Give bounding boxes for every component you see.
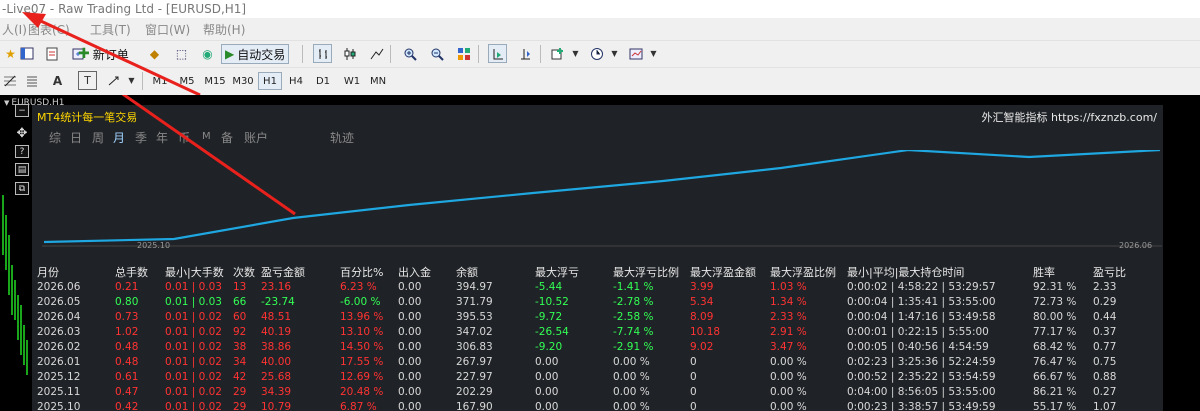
- auto-scroll-icon[interactable]: [488, 44, 507, 63]
- auto-trading-label: 自动交易: [237, 47, 286, 62]
- text-icon[interactable]: A: [48, 71, 67, 90]
- timeframe-m1[interactable]: M1: [150, 72, 170, 90]
- menu-bar: 人(I) 图表(C) 工具(T) 窗口(W) 帮助(H): [0, 18, 1200, 40]
- menu-item-help[interactable]: 帮助(H): [203, 21, 245, 38]
- menu-item-charts[interactable]: 图表(C): [28, 21, 70, 38]
- chart-folder-icon[interactable]: ⬚: [172, 44, 191, 63]
- chart-shift-icon[interactable]: [515, 44, 534, 63]
- chevron-down-icon[interactable]: ▼: [566, 44, 585, 63]
- chevron-down-icon[interactable]: ▼: [605, 44, 624, 63]
- new-order-icon: ✚: [78, 46, 90, 62]
- bar-chart-icon[interactable]: [313, 44, 332, 63]
- toolbar-separator: [390, 45, 391, 63]
- annotation-arrow: [121, 95, 296, 216]
- timeframe-mn[interactable]: MN: [366, 72, 390, 90]
- timeframe-m30[interactable]: M30: [230, 72, 256, 90]
- toolbar-separator: [142, 72, 143, 90]
- standard-toolbar: ★ ✚ 新订单 ◆ ⬚ ◉ ▶ 自动交易 ▼ ▼ ▼: [0, 40, 1200, 67]
- toolbar-separator: [302, 45, 303, 63]
- window-title: -Live07 - Raw Trading Ltd - [EURUSD,H1]: [0, 0, 1200, 18]
- toolbar-separator: [478, 45, 479, 63]
- chart-window[interactable]: EURUSD,H1 − ✥ ? ▤ ⧉ MT4统计每一笔交易 外汇智能指标 ht…: [0, 95, 1200, 411]
- fibonacci-icon[interactable]: [0, 71, 19, 90]
- timeframe-m15[interactable]: M15: [202, 72, 228, 90]
- history-icon[interactable]: ◆: [145, 44, 164, 63]
- templates-icon[interactable]: [626, 44, 645, 63]
- zoom-in-icon[interactable]: [400, 44, 419, 63]
- tile-windows-icon[interactable]: [454, 44, 473, 63]
- text-label-icon[interactable]: T: [78, 71, 97, 90]
- menu-item-window[interactable]: 窗口(W): [145, 21, 190, 38]
- indicators-icon[interactable]: [548, 44, 567, 63]
- zoom-out-icon[interactable]: [427, 44, 446, 63]
- new-order-label: 新订单: [92, 47, 129, 62]
- line-chart-icon[interactable]: [367, 44, 386, 63]
- new-order-button[interactable]: ✚ 新订单: [78, 44, 129, 64]
- menu-item-view[interactable]: 人(I): [2, 21, 27, 38]
- menu-item-tools[interactable]: 工具(T): [90, 21, 131, 38]
- arrows-icon[interactable]: [104, 71, 123, 90]
- line-studies-toolbar: A T ▼ M1 M5 M15 M30 H1 H4 D1 W1 MN: [0, 67, 1200, 94]
- timeframe-h1[interactable]: H1: [258, 72, 282, 90]
- chevron-down-icon[interactable]: ▼: [122, 71, 141, 90]
- fibo-levels-icon[interactable]: [22, 71, 41, 90]
- timeframe-h4[interactable]: H4: [285, 72, 307, 90]
- auto-trading-button[interactable]: ▶ 自动交易: [221, 44, 290, 64]
- signals-icon[interactable]: ◉: [198, 44, 217, 63]
- candlestick-icon[interactable]: [340, 44, 359, 63]
- toolbar-separator: [540, 45, 541, 63]
- chevron-down-icon[interactable]: ▼: [644, 44, 663, 63]
- data-window-icon[interactable]: [42, 44, 61, 63]
- timeframe-w1[interactable]: W1: [340, 72, 364, 90]
- auto-trading-icon: ▶: [225, 47, 235, 61]
- timeframe-m5[interactable]: M5: [176, 72, 198, 90]
- timeframe-d1[interactable]: D1: [312, 72, 334, 90]
- market-watch-icon[interactable]: [17, 44, 36, 63]
- periods-clock-icon[interactable]: [587, 44, 606, 63]
